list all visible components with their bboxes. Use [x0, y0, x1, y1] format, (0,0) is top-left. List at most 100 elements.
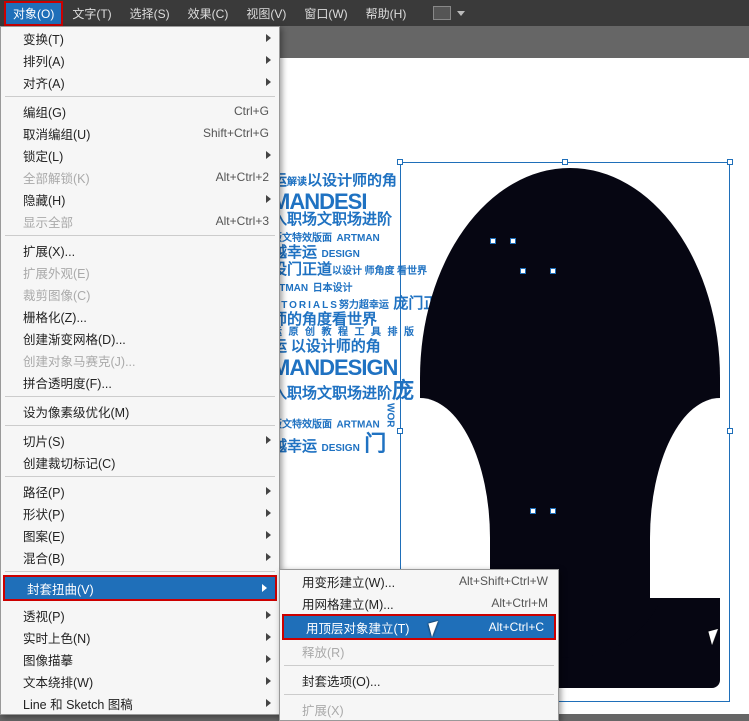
- menu-item-label: 图像描摹: [23, 650, 269, 669]
- submenu-arrow-icon: [266, 633, 271, 641]
- anchor[interactable]: [520, 268, 526, 274]
- menu-item-label: 锁定(L): [23, 146, 269, 165]
- menu-item[interactable]: 文本绕排(W): [1, 670, 279, 692]
- handle[interactable]: [397, 159, 403, 165]
- submenu-arrow-icon: [262, 584, 267, 592]
- menu-item-label: 创建对象马赛克(J)...: [23, 351, 269, 370]
- menu-item[interactable]: 图像描摹: [1, 648, 279, 670]
- menu-item-label: 对齐(A): [23, 73, 269, 92]
- menu-item-label: 编组(G): [23, 102, 234, 121]
- menu-item[interactable]: 锁定(L): [1, 144, 279, 166]
- submenu-arrow-icon: [266, 509, 271, 517]
- menu-effect[interactable]: 效果(C): [179, 1, 238, 26]
- menu-item[interactable]: 扩展(X)...: [1, 239, 279, 261]
- menu-item: 全部解锁(K)Alt+Ctrl+2: [1, 166, 279, 188]
- menubar: 对象(O) 文字(T) 选择(S) 效果(C) 视图(V) 窗口(W) 帮助(H…: [0, 0, 749, 26]
- anchor[interactable]: [550, 508, 556, 514]
- submenu-arrow-icon: [266, 531, 271, 539]
- menu-item-label: 创建裁切标记(C): [23, 453, 269, 472]
- highlighted-menu-item[interactable]: 封套扭曲(V): [3, 575, 277, 601]
- handle[interactable]: [562, 159, 568, 165]
- menu-select[interactable]: 选择(S): [121, 1, 179, 26]
- submenu-item-label: 封套选项(O)...: [302, 671, 548, 690]
- menu-item-label: 栅格化(Z)...: [23, 307, 269, 326]
- menu-item-label: 封套扭曲(V): [27, 579, 265, 598]
- menu-item: 扩展外观(E): [1, 261, 279, 283]
- menu-help[interactable]: 帮助(H): [357, 1, 416, 26]
- handle[interactable]: [397, 428, 403, 434]
- menu-window[interactable]: 窗口(W): [295, 1, 356, 26]
- menu-item: 显示全部Alt+Ctrl+3: [1, 210, 279, 232]
- menu-item-label: 实时上色(N): [23, 628, 269, 647]
- menu-item-label: 文本绕排(W): [23, 672, 269, 691]
- submenu-item: 扩展(X): [280, 698, 558, 720]
- menu-item-label: Line 和 Sketch 图稿: [23, 694, 269, 713]
- submenu-item-label: 用网格建立(M)...: [302, 594, 491, 613]
- menu-item[interactable]: 设为像素级优化(M): [1, 400, 279, 422]
- menu-item: 裁剪图像(C): [1, 283, 279, 305]
- menu-item-label: 取消编组(U): [23, 124, 203, 143]
- shortcut: Alt+Ctrl+M: [491, 596, 548, 610]
- menu-item[interactable]: 切片(S): [1, 429, 279, 451]
- menu-item[interactable]: 创建渐变网格(D)...: [1, 327, 279, 349]
- menu-item-label: 路径(P): [23, 482, 269, 501]
- menu-item[interactable]: Line 和 Sketch 图稿: [1, 692, 279, 714]
- shortcut: Alt+Ctrl+C: [489, 620, 544, 634]
- submenu-arrow-icon: [266, 655, 271, 663]
- menu-item[interactable]: 形状(P): [1, 502, 279, 524]
- menu-item[interactable]: 路径(P): [1, 480, 279, 502]
- menu-view[interactable]: 视图(V): [237, 1, 295, 26]
- submenu-arrow-icon: [266, 699, 271, 707]
- shortcut: Alt+Ctrl+2: [216, 170, 269, 184]
- submenu-item[interactable]: 封套选项(O)...: [280, 669, 558, 691]
- menu-item[interactable]: 编组(G)Ctrl+G: [1, 100, 279, 122]
- highlighted-submenu-item[interactable]: 用顶层对象建立(T)Alt+Ctrl+C: [282, 614, 556, 640]
- chevron-down-icon: [457, 11, 465, 16]
- menu-item-label: 显示全部: [23, 212, 216, 231]
- menu-item-label: 切片(S): [23, 431, 269, 450]
- menu-item[interactable]: 创建裁切标记(C): [1, 451, 279, 473]
- menu-item[interactable]: 图案(E): [1, 524, 279, 546]
- submenu-item-label: 扩展(X): [302, 700, 548, 719]
- menu-item-label: 裁剪图像(C): [23, 285, 269, 304]
- menu-item-label: 创建渐变网格(D)...: [23, 329, 269, 348]
- anchor[interactable]: [530, 508, 536, 514]
- menu-item-label: 排列(A): [23, 51, 269, 70]
- menu-item-label: 混合(B): [23, 548, 269, 567]
- menu-item-label: 图案(E): [23, 526, 269, 545]
- submenu-item[interactable]: 用顶层对象建立(T)Alt+Ctrl+C: [284, 616, 554, 638]
- menu-item[interactable]: 隐藏(H): [1, 188, 279, 210]
- menu-item-label: 变换(T): [23, 29, 269, 48]
- envelope-distort-submenu: 用变形建立(W)...Alt+Shift+Ctrl+W用网格建立(M)...Al…: [279, 569, 559, 721]
- shortcut: Alt+Ctrl+3: [216, 214, 269, 228]
- menu-item-label: 扩展外观(E): [23, 263, 269, 282]
- menu-item[interactable]: 封套扭曲(V): [5, 577, 275, 599]
- menu-item-label: 透视(P): [23, 606, 269, 625]
- anchor[interactable]: [490, 238, 496, 244]
- menu-item[interactable]: 排列(A): [1, 49, 279, 71]
- submenu-arrow-icon: [266, 677, 271, 685]
- menu-item[interactable]: 实时上色(N): [1, 626, 279, 648]
- menu-item[interactable]: 对齐(A): [1, 71, 279, 93]
- menu-item-label: 隐藏(H): [23, 190, 269, 209]
- menu-item[interactable]: 变换(T): [1, 27, 279, 49]
- menu-item[interactable]: 栅格化(Z)...: [1, 305, 279, 327]
- submenu-arrow-icon: [266, 195, 271, 203]
- handle[interactable]: [727, 159, 733, 165]
- submenu-item[interactable]: 用网格建立(M)...Alt+Ctrl+M: [280, 592, 558, 614]
- workspace-switcher[interactable]: [433, 6, 465, 20]
- object-menu-dropdown: 变换(T) 排列(A) 对齐(A) 编组(G)Ctrl+G取消编组(U)Shift+C…: [0, 26, 280, 715]
- menu-item[interactable]: 混合(B): [1, 546, 279, 568]
- anchor[interactable]: [550, 268, 556, 274]
- submenu-item: 释放(R): [280, 640, 558, 662]
- menu-text[interactable]: 文字(T): [63, 1, 120, 26]
- menu-item[interactable]: 取消编组(U)Shift+Ctrl+G: [1, 122, 279, 144]
- shortcut: Alt+Shift+Ctrl+W: [459, 574, 548, 588]
- submenu-item[interactable]: 用变形建立(W)...Alt+Shift+Ctrl+W: [280, 570, 558, 592]
- menu-object[interactable]: 对象(O): [4, 1, 63, 26]
- menu-item[interactable]: 拼合透明度(F)...: [1, 371, 279, 393]
- menu-item[interactable]: 透视(P): [1, 604, 279, 626]
- anchor[interactable]: [510, 238, 516, 244]
- submenu-item-label: 用顶层对象建立(T): [306, 618, 489, 637]
- handle[interactable]: [727, 428, 733, 434]
